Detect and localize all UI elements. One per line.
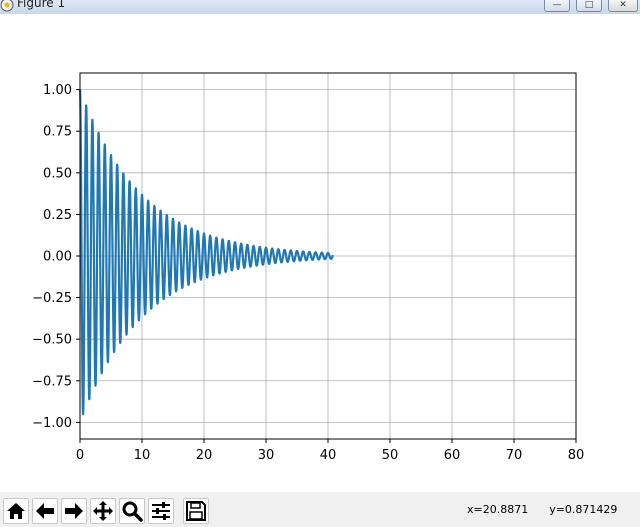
navigation-toolbar: x=20.8871 y=0.871429 [0,492,640,527]
x-tick-label: 50 [382,448,399,463]
x-tick-label: 20 [196,448,213,463]
y-tick-label: −0.25 [32,291,72,306]
cursor-x-readout: x=20.8871 [467,503,529,516]
x-tick-label: 30 [258,448,275,463]
title-bar: Figure 1 — □ ✕ [0,0,640,14]
y-tick-label: 0.00 [43,250,72,265]
y-tick-label: 0.75 [43,125,72,140]
save-icon [186,501,206,521]
minimize-button[interactable]: — [544,0,570,12]
back-icon [36,503,54,519]
save-button[interactable] [183,498,209,524]
cursor-y-readout: y=0.871429 [549,503,618,516]
zoom-button[interactable] [119,498,145,524]
y-tick-label: −1.00 [32,416,72,431]
x-tick-label: 10 [134,448,151,463]
y-tick-label: 0.25 [43,208,72,223]
window-title: Figure 1 [17,0,66,10]
y-tick-label: −0.75 [32,374,72,389]
pan-icon [93,501,113,521]
home-icon [7,503,25,519]
x-tick-label: 80 [568,448,585,463]
cursor-coordinates: x=20.8871 y=0.871429 [467,503,617,516]
maximize-button[interactable]: □ [576,0,602,12]
zoom-icon [122,501,143,522]
figure-canvas[interactable]: 0 10 20 30 40 50 60 70 80 −1.00 −0.75 −0.50 −0.25 0.0… [0,14,640,492]
pan-button[interactable] [90,498,116,524]
x-tick-label: 0 [76,448,84,463]
x-tick-label: 60 [444,448,461,463]
series-line [78,89,334,416]
configure-subplots-icon [152,502,170,520]
x-tick-label: 40 [320,448,337,463]
y-tick-label: 0.50 [43,166,72,181]
forward-icon [65,503,83,519]
forward-button[interactable] [61,498,87,524]
configure-subplots-button[interactable] [148,498,174,524]
close-button[interactable]: ✕ [608,0,638,12]
y-tick-label: 1.00 [43,83,72,98]
plot-svg: 0 10 20 30 40 50 60 70 80 −1.00 −0.75 −0.50 −0.25 0.0… [32,72,585,463]
python-app-icon [0,0,14,12]
back-button[interactable] [32,498,58,524]
y-tick-label: −0.50 [32,333,72,348]
home-button[interactable] [3,498,29,524]
x-tick-label: 70 [506,448,523,463]
